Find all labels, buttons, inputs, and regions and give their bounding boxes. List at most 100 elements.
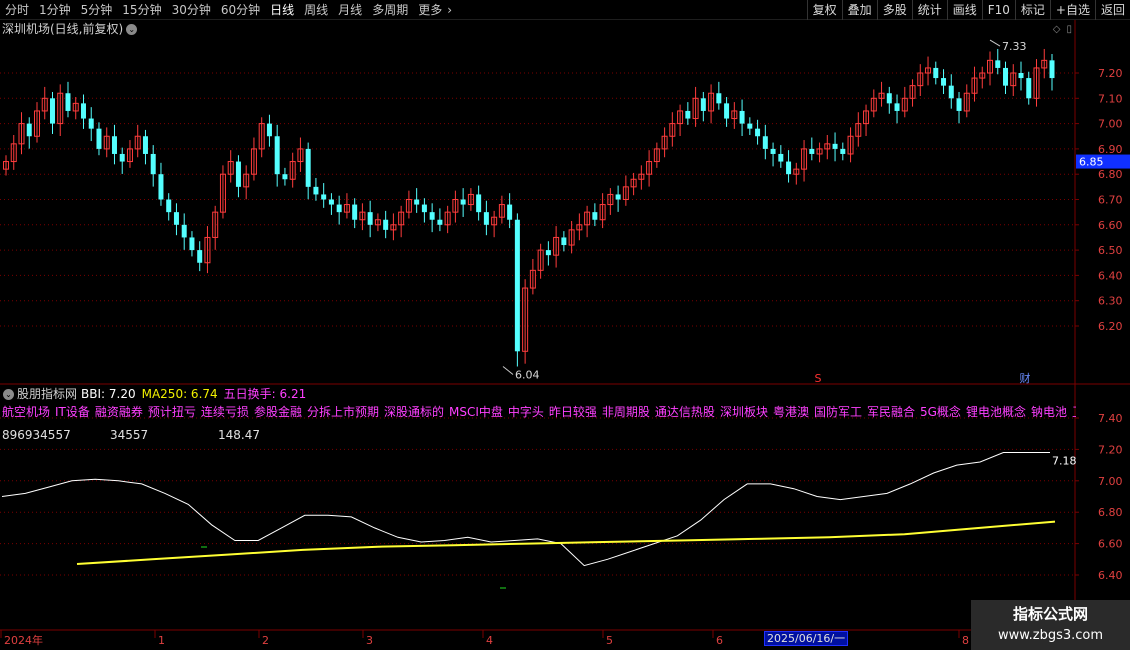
candle-body: [809, 148, 815, 154]
candle-body: [166, 199, 172, 213]
concept-tag[interactable]: MSCI中盘: [449, 405, 503, 419]
time-axis-label: 2024年: [4, 633, 43, 647]
tool-button[interactable]: 返回: [1094, 0, 1130, 20]
candle-body: [367, 212, 373, 225]
period-tab[interactable]: 1分钟: [34, 0, 76, 20]
tool-button[interactable]: F10: [981, 0, 1015, 20]
period-tab[interactable]: 多周期: [367, 0, 413, 20]
candle-body: [592, 212, 598, 220]
tool-button[interactable]: 统计: [911, 0, 947, 20]
tool-button[interactable]: 叠加: [841, 0, 877, 20]
kline-chart[interactable]: 7.20 7.10 7.00 6.90 6.80 6.70 6.60 6.50 6.40 6.30…: [0, 20, 1130, 650]
concept-tag[interactable]: 昨日较强: [549, 405, 597, 419]
period-tab[interactable]: 分时: [0, 0, 34, 20]
concept-tag[interactable]: 融资融券: [95, 405, 143, 419]
time-axis-label: 1: [158, 634, 165, 647]
candle-body: [1003, 67, 1009, 86]
candle-body: [770, 148, 776, 154]
bbi-label: BBI: 7.20: [81, 387, 136, 401]
concept-tag[interactable]: 5G概念: [920, 405, 961, 419]
date-cursor-tag: 2025/06/16/一: [764, 631, 849, 646]
candle-body: [429, 212, 435, 220]
period-tab[interactable]: 日线: [265, 0, 299, 20]
concept-tag[interactable]: 中字头: [508, 405, 544, 419]
candle-body: [894, 103, 900, 111]
tool-button[interactable]: 画线: [946, 0, 982, 20]
candle-body: [49, 98, 55, 124]
concept-tag[interactable]: 分拆上市预期: [307, 405, 379, 419]
ma250-label: MA250: 6.74: [141, 387, 218, 401]
concept-tag[interactable]: 深股通标的: [384, 405, 444, 419]
indicator-tick-label: 7.00: [1098, 475, 1123, 488]
candle-body: [995, 60, 1001, 68]
time-axis-label: 4: [486, 634, 493, 647]
indicator-header: ⌄ 股朋指标网 BBI: 7.20 MA250: 6.74 五日换手: 6.21: [0, 386, 306, 402]
time-axis-label: 3: [366, 634, 373, 647]
candle-body: [747, 123, 753, 129]
candle-body: [615, 194, 621, 200]
time-axis-label: 2: [262, 634, 269, 647]
concept-tag[interactable]: 粤港澳: [773, 405, 809, 419]
candle-body: [305, 148, 311, 187]
price-tick-label: 6.80: [1098, 168, 1123, 181]
candle-body: [700, 98, 706, 111]
candle-body: [716, 93, 722, 104]
period-tabs: 分时 1分钟 5分钟 15分钟 30分钟 60分钟 日线 周线 月线 多周期 更多 ›: [0, 0, 457, 20]
period-tab[interactable]: 周线: [299, 0, 333, 20]
current-price-label: 6.85: [1079, 156, 1104, 169]
tool-button[interactable]: 多股: [876, 0, 912, 20]
concept-tag[interactable]: 国防军工: [814, 405, 862, 419]
tool-button[interactable]: 复权: [806, 0, 842, 20]
concept-tag[interactable]: 通达信热股: [655, 405, 715, 419]
concept-tag[interactable]: IT设备: [55, 405, 90, 419]
tool-buttons: 复权 叠加 多股 统计 画线 F10 标记 +自选 返回: [806, 0, 1130, 20]
concept-tag[interactable]: 军民融合: [867, 405, 915, 419]
low-marker-line: [502, 366, 514, 375]
concept-tag[interactable]: 钠电池: [1031, 405, 1067, 419]
indicator-name: 股朋指标网: [17, 387, 78, 401]
time-axis-label: 6: [716, 634, 723, 647]
concept-tag[interactable]: 预计扭亏: [148, 405, 196, 419]
concept-tag[interactable]: 航空机场: [2, 405, 50, 419]
concept-tag[interactable]: 深圳板块: [720, 405, 768, 419]
candle-body: [80, 103, 86, 119]
candle-body: [941, 78, 947, 86]
period-tab[interactable]: 更多: [413, 0, 447, 20]
concept-tag[interactable]: 卫星导航: [1072, 405, 1076, 419]
candle-body: [948, 85, 954, 99]
value-1: 896934557: [2, 428, 71, 442]
concept-tag[interactable]: 非周期股: [602, 405, 650, 419]
candle-body: [561, 237, 567, 246]
candle-body: [235, 161, 241, 187]
candle-body: [173, 212, 179, 225]
candle-body: [65, 93, 71, 111]
candle-body: [476, 194, 482, 213]
time-axis-label: 5: [606, 634, 613, 647]
candle-body: [189, 237, 195, 251]
candle-body: [460, 199, 466, 205]
concept-tag[interactable]: 锂电池概念: [966, 405, 1026, 419]
candle-body: [507, 204, 513, 220]
period-tab[interactable]: 30分钟: [167, 0, 216, 20]
period-tab[interactable]: 月线: [333, 0, 367, 20]
watermark-url: www.zbgs3.com: [997, 628, 1104, 643]
concept-tag[interactable]: 连续亏损: [201, 405, 249, 419]
candle-body: [274, 136, 280, 175]
tool-button[interactable]: +自选: [1049, 0, 1095, 20]
candle-body: [762, 136, 768, 149]
candle-body: [197, 250, 203, 263]
candle-body: [150, 153, 156, 175]
candle-body: [933, 67, 939, 79]
chevron-down-icon[interactable]: ⌄: [3, 389, 14, 400]
candle-body: [336, 204, 342, 213]
concept-tag[interactable]: 参股金融: [254, 405, 302, 419]
candle-body: [119, 153, 125, 162]
price-tick-label: 6.30: [1098, 295, 1123, 308]
candle-body: [786, 161, 792, 175]
tool-button[interactable]: 标记: [1014, 0, 1050, 20]
period-tab[interactable]: 60分钟: [216, 0, 265, 20]
candle-body: [282, 174, 288, 180]
period-tab[interactable]: 5分钟: [76, 0, 118, 20]
chevron-right-icon[interactable]: ›: [447, 0, 457, 20]
period-tab[interactable]: 15分钟: [117, 0, 166, 20]
